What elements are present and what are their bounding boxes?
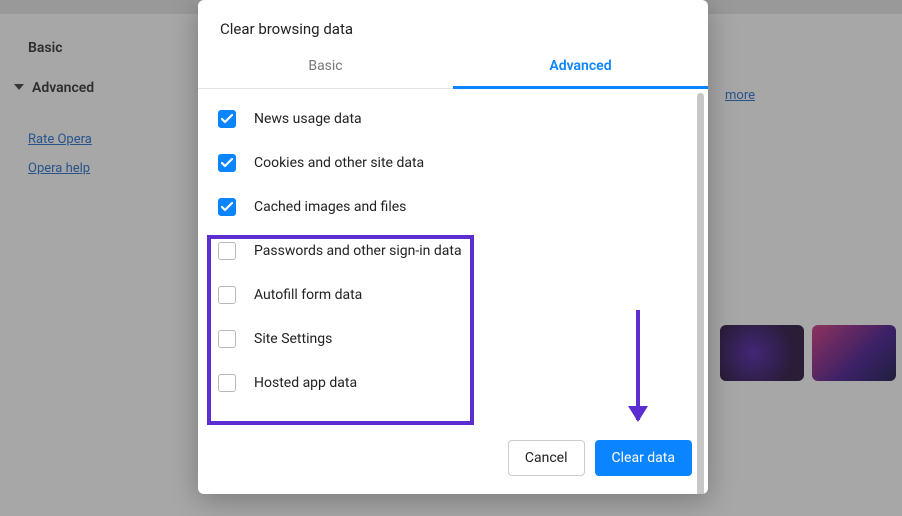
checkbox[interactable]: [218, 286, 236, 304]
checkbox[interactable]: [218, 242, 236, 260]
dialog-footer: Cancel Clear data: [198, 424, 708, 494]
checkbox[interactable]: [218, 374, 236, 392]
option-row[interactable]: Cached images and files: [218, 185, 688, 229]
option-row[interactable]: Passwords and other sign-in data: [218, 229, 688, 273]
option-label: News usage data: [254, 111, 362, 127]
checkbox[interactable]: [218, 110, 236, 128]
option-label: Hosted app data: [254, 375, 357, 391]
option-row[interactable]: Autofill form data: [218, 273, 688, 317]
annotation-arrow: [636, 310, 640, 420]
cancel-button[interactable]: Cancel: [508, 440, 585, 476]
checkbox[interactable]: [218, 330, 236, 348]
option-label: Cached images and files: [254, 199, 406, 215]
option-row[interactable]: Site Settings: [218, 317, 688, 361]
option-label: Cookies and other site data: [254, 155, 424, 171]
tab-basic[interactable]: Basic: [198, 48, 453, 88]
option-row[interactable]: Cookies and other site data: [218, 141, 688, 185]
checkbox[interactable]: [218, 198, 236, 216]
option-row[interactable]: Hosted app data: [218, 361, 688, 405]
tab-advanced[interactable]: Advanced: [453, 48, 708, 89]
option-label: Passwords and other sign-in data: [254, 243, 462, 259]
option-label: Autofill form data: [254, 287, 362, 303]
options-list: News usage data Cookies and other site da…: [198, 89, 708, 405]
option-row[interactable]: News usage data: [218, 97, 688, 141]
clear-data-button[interactable]: Clear data: [595, 440, 692, 476]
option-label: Site Settings: [254, 331, 332, 347]
dialog-tabs: Basic Advanced: [198, 48, 708, 89]
dialog-title: Clear browsing data: [198, 0, 708, 48]
checkbox[interactable]: [218, 154, 236, 172]
